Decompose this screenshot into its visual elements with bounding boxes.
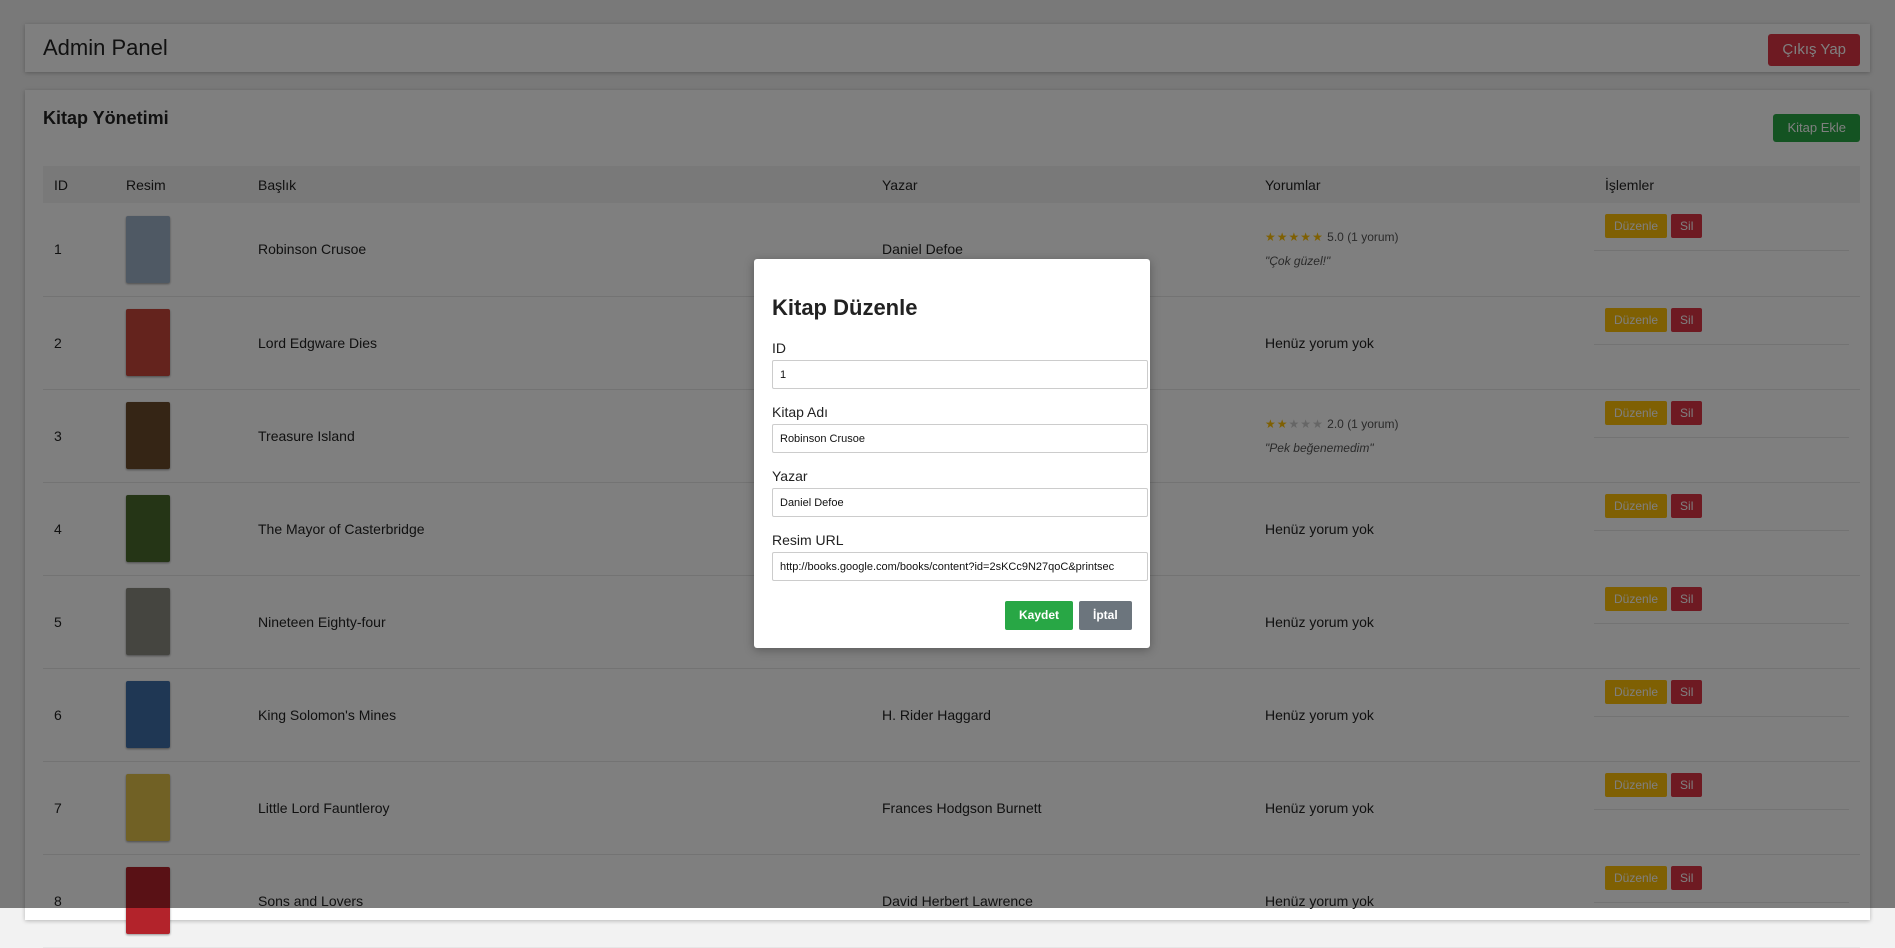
book-name-label: Kitap Adı [772, 404, 829, 420]
author-label: Yazar [772, 468, 808, 484]
image-url-field[interactable] [772, 552, 1148, 581]
book-name-field[interactable] [772, 424, 1148, 453]
id-label: ID [772, 340, 786, 356]
edit-book-modal: Kitap Düzenle ID Kitap Adı Yazar Resim U… [754, 259, 1150, 648]
author-field[interactable] [772, 488, 1148, 517]
save-button[interactable]: Kaydet [1005, 601, 1074, 630]
modal-title: Kitap Düzenle [772, 295, 918, 320]
id-field[interactable] [772, 360, 1148, 389]
image-url-label: Resim URL [772, 532, 844, 548]
admin-page: Admin Panel Çıkış Yap Kitap Yönetimi Kit… [0, 0, 1895, 947]
cancel-button[interactable]: İptal [1079, 601, 1132, 630]
